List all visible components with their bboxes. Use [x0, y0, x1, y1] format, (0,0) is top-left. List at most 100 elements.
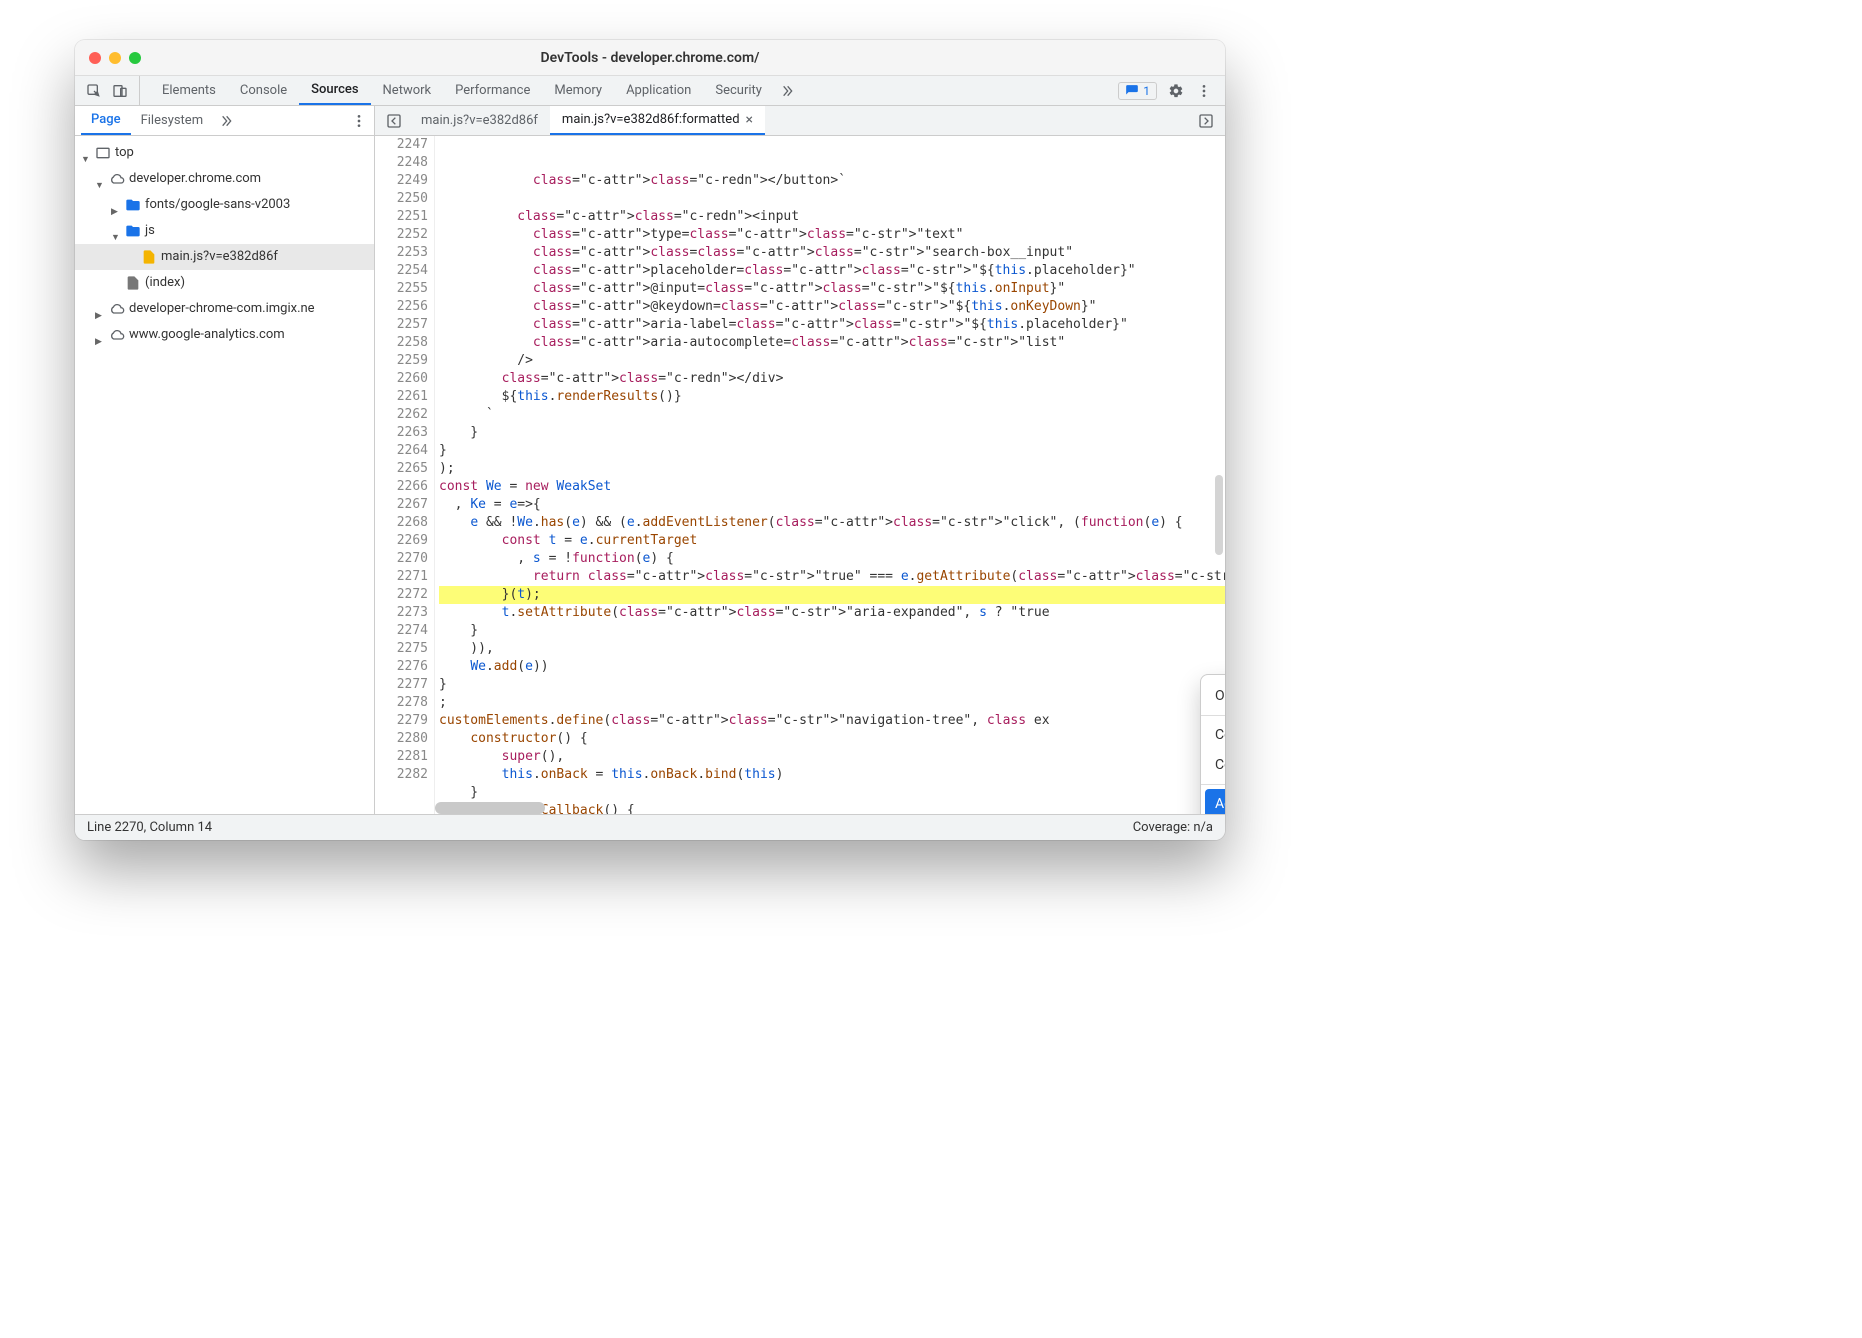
code-line[interactable]: class="c-attr">@input=class="c-attr">cla… — [439, 280, 1225, 298]
tree-label: developer.chrome.com — [129, 168, 261, 190]
folder-icon — [125, 223, 141, 239]
code-line[interactable]: class="c-attr">class=class="c-attr">clas… — [439, 244, 1225, 262]
code-line[interactable]: class="c-attr">class="c-redn"><input — [439, 208, 1225, 226]
cloud-icon — [109, 171, 125, 187]
file-tab-label: main.js?v=e382d86f:formatted — [562, 112, 740, 127]
tree-label: main.js?v=e382d86f — [161, 246, 278, 268]
editor-pane: main.js?v=e382d86f main.js?v=e382d86f:fo… — [375, 106, 1225, 814]
file-tab-mainjs[interactable]: main.js?v=e382d86f — [409, 106, 550, 135]
gear-icon[interactable] — [1167, 82, 1185, 100]
main-tab-memory[interactable]: Memory — [542, 76, 614, 105]
code-line[interactable]: We.add(e)) — [439, 658, 1225, 676]
code-line[interactable]: ${this.renderResults()} — [439, 388, 1225, 406]
issues-count: 1 — [1143, 84, 1150, 98]
navigator-tab-page[interactable]: Page — [81, 106, 131, 135]
tree-file-mainjs[interactable]: main.js?v=e382d86f — [75, 244, 374, 270]
code-line[interactable] — [439, 190, 1225, 208]
code-line[interactable]: customElements.define(class="c-attr">cla… — [439, 712, 1225, 730]
code-line[interactable]: ); — [439, 460, 1225, 478]
more-tabs-icon[interactable] — [778, 82, 796, 100]
code-line[interactable]: const t = e.currentTarget — [439, 532, 1225, 550]
context-menu-separator — [1201, 784, 1225, 785]
context-menu-item[interactable]: Add script to ignore list — [1205, 789, 1225, 814]
line-gutter[interactable]: 2247224822492250225122522253225422552256… — [375, 136, 435, 814]
navigator-tab-filesystem[interactable]: Filesystem — [131, 106, 214, 135]
context-menu-item[interactable]: Copy link address — [1201, 720, 1225, 750]
code-line[interactable]: ; — [439, 694, 1225, 712]
code-line[interactable]: this.onBack = this.onBack.bind(this) — [439, 766, 1225, 784]
minimize-window-button[interactable] — [109, 52, 121, 64]
tree-file-index[interactable]: (index) — [75, 270, 374, 296]
code-line[interactable]: return class="c-attr">class="c-str">"tru… — [439, 568, 1225, 586]
main-tab-sources[interactable]: Sources — [299, 76, 370, 105]
tree-label: top — [115, 142, 134, 164]
document-icon — [125, 275, 141, 291]
file-tree[interactable]: top developer.chrome.com fonts/google-sa… — [75, 136, 374, 352]
js-file-icon — [141, 249, 157, 265]
code-line[interactable]: e && !We.has(e) && (e.addEventListener(c… — [439, 514, 1225, 532]
main-tab-console[interactable]: Console — [228, 76, 299, 105]
status-bar: Line 2270, Column 14 Coverage: n/a — [75, 814, 1225, 840]
frame-icon — [95, 145, 111, 161]
show-debugger-icon[interactable] — [1197, 112, 1215, 130]
tree-domain[interactable]: developer.chrome.com — [75, 166, 374, 192]
code-line[interactable]: t.setAttribute(class="c-attr">class="c-s… — [439, 604, 1225, 622]
history-back-icon[interactable] — [385, 112, 403, 130]
code-line[interactable]: class="c-attr">class="c-redn"></div> — [439, 370, 1225, 388]
main-tab-security[interactable]: Security — [703, 76, 774, 105]
kebab-icon[interactable] — [1195, 82, 1213, 100]
code-line[interactable]: class="c-attr">class="c-redn"></button>` — [439, 172, 1225, 190]
coverage-status: Coverage: n/a — [1133, 820, 1213, 835]
code-line[interactable]: super(), — [439, 748, 1225, 766]
code-line[interactable]: class="c-attr">aria-autocomplete=class="… — [439, 334, 1225, 352]
tree-top-frame[interactable]: top — [75, 140, 374, 166]
cloud-icon — [109, 327, 125, 343]
code-line[interactable]: )), — [439, 640, 1225, 658]
code-line[interactable]: , Ke = e=>{ — [439, 496, 1225, 514]
more-nav-tabs-icon[interactable] — [217, 112, 235, 130]
close-icon[interactable]: × — [746, 112, 753, 128]
main-tab-network[interactable]: Network — [371, 76, 444, 105]
navigator-kebab-icon[interactable] — [350, 112, 368, 130]
code-line[interactable]: class="c-attr">placeholder=class="c-attr… — [439, 262, 1225, 280]
code-line[interactable]: } — [439, 784, 1225, 802]
horizontal-scrollbar[interactable] — [435, 802, 545, 814]
main-tabs: ElementsConsoleSourcesNetworkPerformance… — [75, 76, 1225, 106]
context-menu-item[interactable]: Open in new tab — [1201, 681, 1225, 711]
tree-domain-imgix[interactable]: developer-chrome-com.imgix.ne — [75, 296, 374, 322]
navigator-pane: Page Filesystem top — [75, 106, 375, 814]
tree-label: (index) — [145, 272, 185, 294]
code-line[interactable]: connectedCallback() { — [439, 802, 1225, 814]
code-line[interactable]: , s = !function(e) { — [439, 550, 1225, 568]
code-line[interactable]: class="c-attr">type=class="c-attr">class… — [439, 226, 1225, 244]
close-window-button[interactable] — [89, 52, 101, 64]
code-line[interactable]: } — [439, 442, 1225, 460]
main-tab-elements[interactable]: Elements — [150, 76, 228, 105]
main-tab-performance[interactable]: Performance — [443, 76, 542, 105]
tree-folder-js[interactable]: js — [75, 218, 374, 244]
code-editor[interactable]: class="c-attr">class="c-redn"></button>`… — [435, 136, 1225, 814]
code-line[interactable]: } — [439, 424, 1225, 442]
vertical-scrollbar[interactable] — [1215, 475, 1223, 555]
tree-folder-fonts[interactable]: fonts/google-sans-v2003 — [75, 192, 374, 218]
file-tab-mainjs-formatted[interactable]: main.js?v=e382d86f:formatted × — [550, 106, 765, 135]
code-line[interactable]: const We = new WeakSet — [439, 478, 1225, 496]
context-menu-item[interactable]: Copy file name — [1201, 750, 1225, 780]
code-line[interactable]: } — [439, 622, 1225, 640]
inspect-icon[interactable] — [85, 82, 103, 100]
main-tab-application[interactable]: Application — [614, 76, 703, 105]
navigator-tab-label: Page — [91, 112, 121, 127]
code-line[interactable]: class="c-attr">@keydown=class="c-attr">c… — [439, 298, 1225, 316]
issues-badge[interactable]: 1 — [1118, 82, 1157, 100]
code-line[interactable]: ` — [439, 406, 1225, 424]
code-line[interactable]: } — [439, 676, 1225, 694]
device-toolbar-icon[interactable] — [111, 82, 129, 100]
zoom-window-button[interactable] — [129, 52, 141, 64]
titlebar: DevTools - developer.chrome.com/ — [75, 40, 1225, 76]
code-line[interactable]: }(t); — [439, 586, 1225, 604]
code-line[interactable]: constructor() { — [439, 730, 1225, 748]
tree-label: developer-chrome-com.imgix.ne — [129, 298, 315, 320]
code-line[interactable]: class="c-attr">aria-label=class="c-attr"… — [439, 316, 1225, 334]
tree-domain-ga[interactable]: www.google-analytics.com — [75, 322, 374, 348]
code-line[interactable]: /> — [439, 352, 1225, 370]
